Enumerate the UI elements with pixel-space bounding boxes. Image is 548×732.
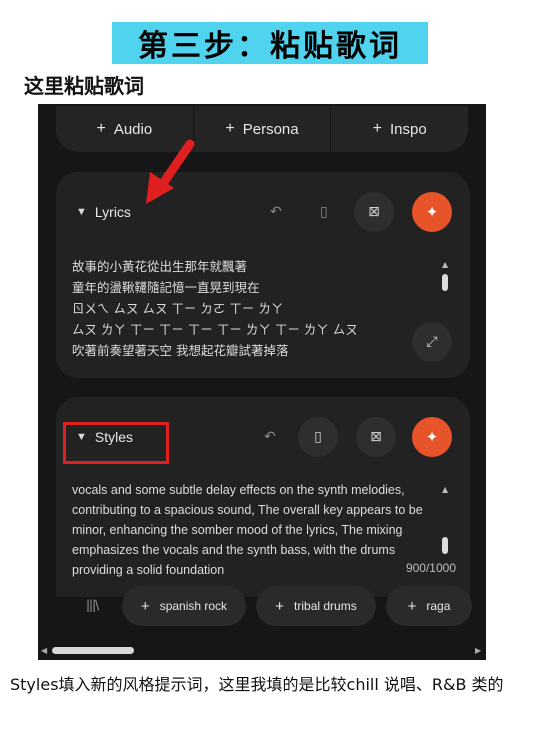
chip-label: spanish rock [159,599,228,613]
horizontal-scrollbar[interactable]: ◀ ▶ [38,644,486,658]
lyrics-textarea[interactable]: 故事的小黃花從出生那年就飄著 童年的盪鞦韆隨記憶一直晃到現在 ㄖㄨㄟ ㄙㄡ ㄙㄡ… [72,256,412,361]
character-counter: 900/1000 [405,561,456,575]
lyrics-scroll-thumb[interactable] [442,274,448,291]
plus-icon: + [96,120,106,137]
add-audio-label: Audio [113,120,153,138]
chip-label: raga [426,599,451,613]
app-screenshot: + Audio + Persona + Inspo ▼ Lyrics ↶ ▯ ⊠… [38,104,486,660]
lyrics-toggle[interactable]: ▼ Lyrics [76,204,131,220]
page-title: 第三步：粘贴歌词 [138,29,402,64]
lyrics-line: 童年的盪鞦韆隨記憶一直晃到現在 [72,280,260,295]
bookmark-icon[interactable]: ▯ [320,204,328,220]
lyrics-line: 故事的小黃花從出生那年就飄著 [72,259,248,274]
scroll-left-arrow-icon[interactable]: ◀ [41,646,47,655]
add-persona-label: Persona [242,120,299,138]
chip-label: tribal drums [294,599,357,613]
top-pill-bar: + Audio + Persona + Inspo [56,106,468,152]
lyrics-line: ㄖㄨㄟ ㄙㄡ ㄙㄡ ㄒㄧ ㄉㄛ ㄒㄧ ㄌㄚ [72,301,284,316]
plus-icon: + [372,120,382,137]
magic-wand-icon[interactable]: ✦ [412,192,452,232]
delete-icon[interactable]: ⊠ [356,417,396,457]
title-banner: 第三步：粘贴歌词 [112,22,428,64]
add-inspo-label: Inspo [390,120,427,138]
undo-icon[interactable]: ↶ [264,429,276,445]
chip-tribal-drums[interactable]: + tribal drums [256,586,376,626]
scroll-up-arrow-icon[interactable]: ▲ [442,260,448,269]
style-chips-row: |||\ + spanish rock + tribal drums + rag… [38,586,486,626]
chip-spanish-rock[interactable]: + spanish rock [122,586,246,626]
expand-icon[interactable]: ⤢ [412,322,452,362]
styles-textarea[interactable]: vocals and some subtle delay effects on … [72,480,444,580]
lyrics-label: Lyrics [94,204,131,220]
lyrics-header: ▼ Lyrics ↶ ▯ ⊠ ✦ [56,172,470,242]
subtitle: 这里粘贴歌词 [24,74,144,98]
chip-raga[interactable]: + raga [386,586,472,626]
plus-icon: + [407,597,417,615]
plus-icon: + [275,597,285,615]
styles-highlight-box [63,422,169,464]
horizontal-scroll-thumb[interactable] [52,647,134,654]
plus-icon: + [225,120,235,137]
library-icon[interactable]: |||\ [86,598,99,612]
styles-scroll-thumb[interactable] [442,537,448,554]
scroll-up-arrow-icon[interactable]: ▲ [442,485,448,494]
delete-icon[interactable]: ⊠ [354,192,394,232]
bookmark-icon[interactable]: ▯ [298,417,338,457]
lyrics-line: ㄙㄡ ㄌㄚ ㄒㄧ ㄒㄧ ㄒㄧ ㄒㄧ ㄌㄚ ㄒㄧ ㄌㄚ ㄙㄡ [72,322,358,337]
magic-wand-icon[interactable]: ✦ [412,417,452,457]
red-arrow-annotation [146,139,195,204]
plus-icon: + [140,597,150,615]
lyrics-line: 吹著前奏望著天空 我想起花瓣試著掉落 [72,343,289,358]
add-inspo-button[interactable]: + Inspo [331,106,468,152]
scroll-right-arrow-icon[interactable]: ▶ [475,646,481,655]
lyrics-card: ▼ Lyrics ↶ ▯ ⊠ ✦ 故事的小黃花從出生那年就飄著 童年的盪鞦韆隨記… [56,172,470,378]
undo-icon[interactable]: ↶ [270,204,282,220]
footer-caption: Styles填入新的风格提示词，这里我填的是比较chill 说唱、R&B 类的 [10,675,504,694]
add-persona-button[interactable]: + Persona [194,106,332,152]
chevron-down-icon: ▼ [76,206,87,218]
